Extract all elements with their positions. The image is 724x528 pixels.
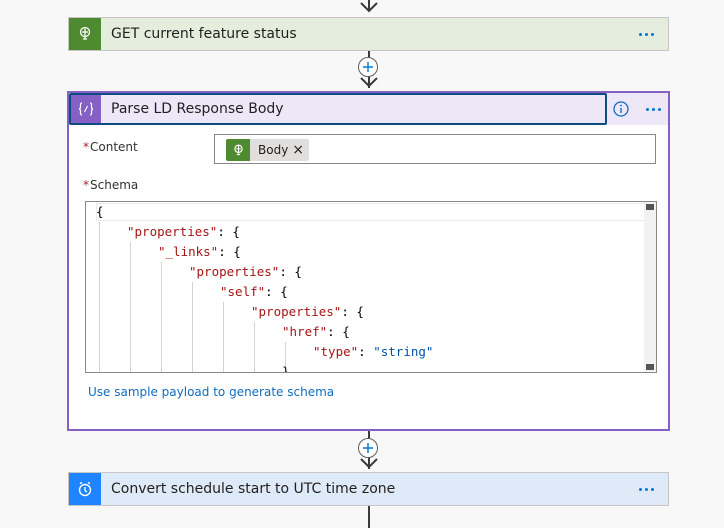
action-title: Convert schedule start to UTC time zone (111, 481, 396, 497)
more-options-button[interactable] (639, 95, 667, 123)
indent-guide (223, 302, 224, 372)
schema-label: *Schema (83, 178, 139, 192)
json-punctuation: : { (218, 244, 241, 259)
schema-code-line: "properties": { (189, 262, 302, 282)
json-punctuation: { (96, 204, 104, 219)
globe-icon (226, 139, 250, 161)
clock-icon (69, 473, 101, 505)
schema-code-line: "type": "string" (313, 342, 433, 362)
schema-code-line: "_links": { (158, 242, 241, 262)
more-options-button[interactable] (632, 475, 660, 503)
action-title: Parse LD Response Body (111, 101, 284, 117)
indent-guide (130, 242, 131, 372)
indent-guide (254, 322, 255, 372)
schema-code-line: "properties": { (251, 302, 364, 322)
curly-braces-icon (71, 95, 101, 123)
insert-step-button[interactable] (358, 57, 378, 77)
connector-bottom (368, 506, 370, 528)
schema-code-line: } (282, 362, 290, 373)
required-marker: * (83, 140, 89, 154)
json-punctuation: : { (279, 264, 302, 279)
schema-code-line: { (96, 202, 104, 222)
token-label: Body (258, 143, 289, 157)
dynamic-content-token[interactable]: Body × (226, 139, 310, 161)
insert-step-button[interactable] (358, 438, 378, 458)
json-key: "href" (282, 324, 328, 339)
action-title: GET current feature status (111, 26, 297, 42)
json-value: "string" (373, 344, 434, 359)
json-key: "_links" (158, 244, 219, 259)
indent-guide (99, 222, 100, 372)
json-key: "properties" (127, 224, 218, 239)
json-punctuation: : { (327, 324, 350, 339)
schema-code-line: "self": { (220, 282, 288, 302)
schema-code-line: "properties": { (127, 222, 240, 242)
action-header[interactable]: Parse LD Response Body (69, 93, 607, 125)
schema-code-line: "href": { (282, 322, 350, 342)
json-key: "properties" (189, 264, 280, 279)
json-punctuation: } (282, 364, 290, 373)
action-card-get-feature-status[interactable]: GET current feature status (68, 17, 669, 51)
action-card-parse-json: Parse LD Response Body *Content Body × *… (67, 91, 670, 431)
indent-guide (192, 282, 193, 372)
scrollbar[interactable] (644, 202, 656, 372)
close-icon[interactable]: × (292, 143, 309, 157)
json-key: "type" (313, 344, 359, 359)
scrollbar-thumb-top[interactable] (646, 204, 654, 210)
json-key: "properties" (251, 304, 342, 319)
json-punctuation: : { (265, 284, 288, 299)
info-icon[interactable] (612, 100, 630, 118)
json-punctuation: : (358, 344, 374, 359)
schema-editor[interactable]: {"properties": {"_links": {"properties":… (85, 201, 657, 373)
more-options-button[interactable] (632, 20, 660, 48)
content-label: *Content (83, 140, 138, 154)
required-marker: * (83, 178, 89, 192)
indent-guide (161, 262, 162, 372)
json-key: "self" (220, 284, 266, 299)
scrollbar-thumb-bottom[interactable] (646, 364, 654, 370)
action-card-convert-time-zone[interactable]: Convert schedule start to UTC time zone (68, 472, 669, 506)
content-input[interactable]: Body × (214, 134, 656, 164)
globe-icon (69, 18, 101, 50)
current-line-highlight (96, 203, 652, 221)
json-punctuation: : { (341, 304, 364, 319)
json-punctuation: : { (217, 224, 240, 239)
sample-payload-link[interactable]: Use sample payload to generate schema (88, 385, 334, 399)
